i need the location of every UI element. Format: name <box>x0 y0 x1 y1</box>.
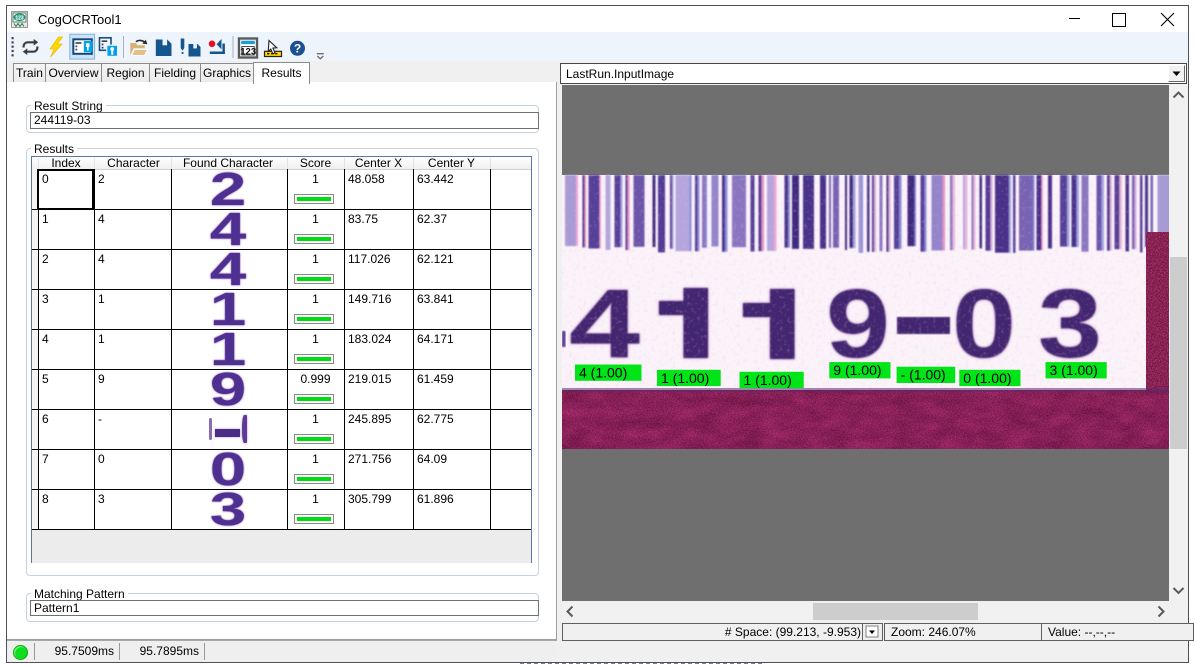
svg-text:1 (1.00): 1 (1.00) <box>661 370 709 386</box>
svg-text:1 (1.00): 1 (1.00) <box>744 372 792 388</box>
svg-text:4 (1.00): 4 (1.00) <box>579 365 627 381</box>
svg-text:9 (1.00): 9 (1.00) <box>833 362 881 378</box>
svg-text:?: ? <box>294 42 301 56</box>
svg-text:- (1.00): - (1.00) <box>901 367 946 383</box>
svg-text:3 (1.00): 3 (1.00) <box>1050 362 1098 378</box>
svg-text:123: 123 <box>240 46 256 57</box>
svg-text:0 (1.00): 0 (1.00) <box>963 370 1011 386</box>
svg-text:123: 123 <box>15 15 24 21</box>
